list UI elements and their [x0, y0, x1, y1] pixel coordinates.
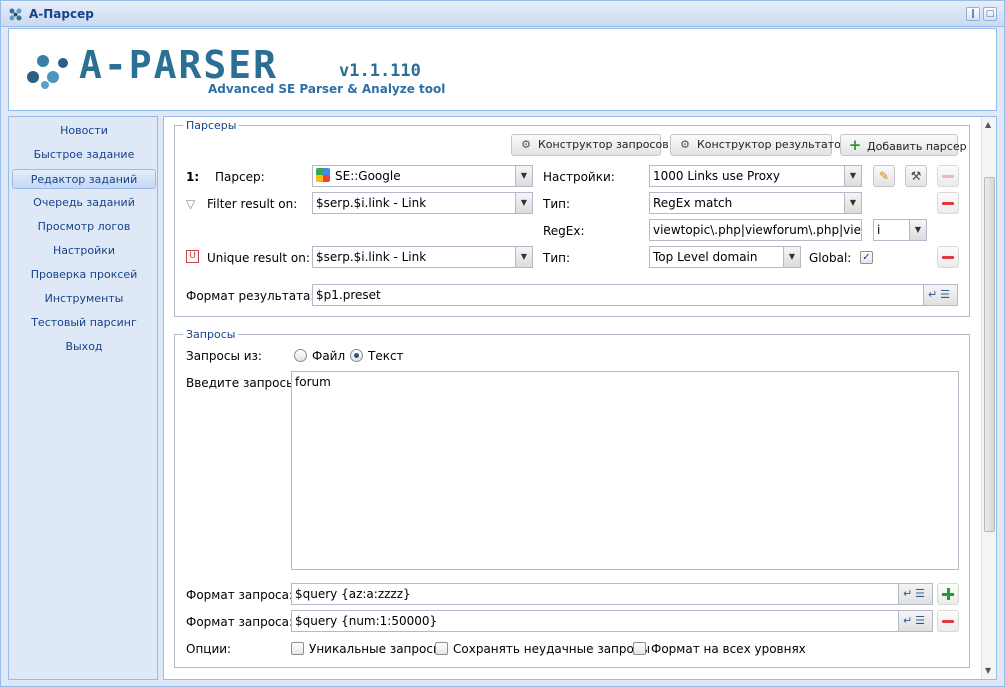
format-tools-icon[interactable]: ↵☰	[898, 584, 932, 604]
title-bar: A-Парсер ❙ □	[1, 1, 1004, 27]
options-label: Опции:	[186, 642, 232, 656]
sidebar: Новости Быстрое задание Редактор заданий…	[8, 116, 158, 680]
unique-select[interactable]: $serp.$i.link - Link ▼	[312, 246, 533, 268]
app-header: A-PARSER v1.1.110 Advanced SE Parser & A…	[8, 28, 997, 111]
parsers-legend: Парсеры	[186, 119, 237, 132]
parser-label: Парсер:	[215, 170, 265, 184]
global-checkbox[interactable]: ✓	[860, 251, 873, 264]
format-all-levels-label[interactable]: Формат на всех уровнях	[651, 642, 806, 656]
regex-input[interactable]: viewtopic\.php|viewforum\.php|viewth	[649, 219, 862, 241]
chevron-down-icon[interactable]: ▼	[844, 193, 861, 213]
filter-type-label: Тип:	[543, 197, 571, 211]
a-parser-logo-icon	[27, 55, 68, 89]
query-format-label-2: Формат запроса:	[186, 615, 294, 629]
app-logo-icon	[9, 8, 22, 21]
add-query-format-button[interactable]	[937, 583, 959, 605]
queries-legend: Запросы	[186, 328, 236, 341]
sidebar-item-test-parsing[interactable]: Тестовый парсинг	[12, 313, 156, 333]
sidebar-item-proxy-check[interactable]: Проверка проксей	[12, 265, 156, 285]
window-title: A-Парсер	[29, 7, 94, 21]
scroll-up-icon[interactable]: ▲	[985, 120, 991, 129]
add-parser-button[interactable]: + Добавить парсер	[840, 134, 967, 156]
version-label: v1.1.110	[339, 61, 421, 81]
google-icon	[316, 168, 330, 182]
regex-flag-select[interactable]: i ▼	[873, 219, 927, 241]
sidebar-item-quick-task[interactable]: Быстрое задание	[12, 145, 156, 165]
main-panel: Парсеры ⚙ Конструктор запросов ⚙ Конструкт…	[163, 116, 997, 680]
format-tools-icon[interactable]: ↵☰	[923, 285, 957, 305]
settings-label: Настройки:	[543, 170, 615, 184]
logo-text: A-PARSER	[79, 43, 279, 87]
format-all-levels-checkbox[interactable]	[633, 642, 646, 655]
sidebar-item-task-queue[interactable]: Очередь заданий	[12, 193, 156, 213]
wrench-icon: ⚒	[910, 169, 922, 183]
pencil-icon: ✎	[878, 169, 890, 183]
result-builder-button[interactable]: ⚙ Конструктор результатов	[670, 134, 847, 156]
regex-label: RegEx:	[543, 224, 585, 238]
builder-icon: ⚙	[680, 138, 690, 151]
radio-file[interactable]	[294, 349, 307, 362]
sidebar-item-exit[interactable]: Выход	[12, 337, 156, 357]
app-window: A-Парсер ❙ □ A-PARSER v1.1.110 Advanced …	[0, 0, 1005, 687]
parser-select[interactable]: SE::Google ▼	[312, 165, 533, 187]
unique-queries-label[interactable]: Уникальные запросы	[309, 642, 442, 656]
query-builder-button[interactable]: ⚙ Конструктор запросов	[511, 134, 669, 156]
maximize-icon[interactable]: □	[983, 7, 997, 21]
edit-preset-button[interactable]: ✎	[873, 165, 895, 187]
chevron-down-icon[interactable]: ▼	[515, 247, 532, 267]
sidebar-item-logs[interactable]: Просмотр логов	[12, 217, 156, 237]
tools-button[interactable]: ⚒	[905, 165, 927, 187]
unique-icon: U	[186, 250, 199, 263]
plus-icon: +	[848, 136, 862, 154]
global-label: Global:	[809, 251, 852, 265]
unique-queries-checkbox[interactable]	[291, 642, 304, 655]
filter-select[interactable]: $serp.$i.link - Link ▼	[312, 192, 533, 214]
save-failed-label[interactable]: Сохранять неудачные запросы	[453, 642, 650, 656]
scrollbar-thumb[interactable]	[984, 177, 995, 532]
radio-text-label[interactable]: Текст	[368, 349, 404, 363]
radio-text[interactable]	[350, 349, 363, 362]
enter-queries-label: Введите запросы:	[186, 376, 300, 390]
chevron-down-icon[interactable]: ▼	[844, 166, 861, 186]
builder-icon: ⚙	[521, 138, 531, 151]
queries-textarea[interactable]: forum	[291, 371, 959, 570]
filter-type-select[interactable]: RegEx match ▼	[649, 192, 862, 214]
chevron-down-icon[interactable]: ▼	[909, 220, 926, 240]
sidebar-item-task-editor[interactable]: Редактор заданий	[12, 169, 156, 189]
sidebar-item-settings[interactable]: Настройки	[12, 241, 156, 261]
chevron-down-icon[interactable]: ▼	[515, 193, 532, 213]
radio-file-label[interactable]: Файл	[312, 349, 345, 363]
filter-icon: ▽	[186, 197, 196, 211]
result-format-label: Формат результата:	[186, 289, 315, 303]
sidebar-item-news[interactable]: Новости	[12, 121, 156, 141]
pin-icon[interactable]: ❙	[966, 7, 980, 21]
unique-type-label: Тип:	[543, 251, 571, 265]
result-format-input[interactable]: $p1.preset ↵☰	[312, 284, 958, 306]
filter-label: Filter result on:	[207, 197, 298, 211]
sidebar-item-tools[interactable]: Инструменты	[12, 289, 156, 309]
settings-select[interactable]: 1000 Links use Proxy ▼	[649, 165, 862, 187]
remove-parser-button[interactable]	[937, 165, 959, 187]
save-failed-checkbox[interactable]	[435, 642, 448, 655]
unique-label: Unique result on:	[207, 251, 310, 265]
query-format-label-1: Формат запроса:	[186, 588, 294, 602]
query-format-input-2[interactable]: $query {num:1:50000} ↵☰	[291, 610, 933, 632]
scroll-down-icon[interactable]: ▼	[985, 666, 991, 675]
chevron-down-icon[interactable]: ▼	[783, 247, 800, 267]
query-format-input-1[interactable]: $query {az:a:zzzz} ↵☰	[291, 583, 933, 605]
remove-query-format-button[interactable]	[937, 610, 959, 632]
unique-type-select[interactable]: Top Level domain ▼	[649, 246, 801, 268]
queries-from-label: Запросы из:	[186, 349, 262, 363]
logo-subtitle: Advanced SE Parser & Analyze tool	[208, 82, 446, 96]
format-tools-icon[interactable]: ↵☰	[898, 611, 932, 631]
chevron-down-icon[interactable]: ▼	[515, 166, 532, 186]
remove-filter-button[interactable]	[937, 192, 959, 214]
main-scrollbar[interactable]: ▲ ▼	[981, 117, 996, 679]
parser-index: 1:	[186, 170, 200, 184]
remove-unique-button[interactable]	[937, 246, 959, 268]
